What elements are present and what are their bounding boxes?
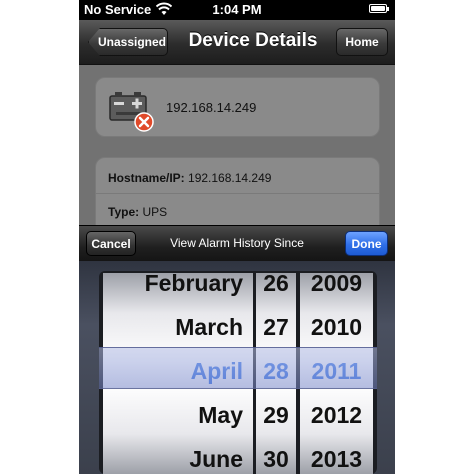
year-wheel[interactable]: 2009 2010 2011 2012 2013: [300, 273, 373, 474]
wheel-item-month[interactable]: May: [103, 393, 253, 437]
wheel-item-day[interactable]: 29: [256, 393, 296, 437]
month-wheel[interactable]: February March April May June: [103, 273, 253, 474]
wheel-item-day[interactable]: 27: [256, 305, 296, 349]
wheel-item-month[interactable]: June: [103, 437, 253, 474]
device-ip: 192.168.14.249: [166, 100, 257, 115]
home-button[interactable]: Home: [336, 28, 388, 56]
date-picker: February March April May June 26 27 28 2…: [79, 261, 395, 474]
day-wheel[interactable]: 26 27 28 29 30: [256, 273, 296, 474]
wheel-item-day[interactable]: 30: [256, 437, 296, 474]
wheel-item-year[interactable]: 2010: [300, 305, 373, 349]
wheel-item-year-selected[interactable]: 2011: [300, 349, 373, 393]
device-content: 192.168.14.249 Hostname/IP: 192.168.14.2…: [79, 65, 395, 237]
wheel-item-year[interactable]: 2009: [300, 273, 373, 305]
battery-icon: [369, 4, 389, 13]
wheel-item-day-selected[interactable]: 28: [256, 349, 296, 393]
done-button[interactable]: Done: [345, 231, 388, 256]
phone-screen: No Service 1:04 PM Unassigned Device Det…: [79, 0, 395, 474]
wheel-item-year[interactable]: 2013: [300, 437, 373, 474]
type-row: Type: UPS: [108, 205, 167, 219]
hostname-label: Hostname/IP:: [108, 171, 185, 185]
divider: [96, 193, 379, 194]
hostname-value: 192.168.14.249: [188, 171, 272, 185]
status-bar: No Service 1:04 PM: [79, 0, 395, 20]
wheel-item-month[interactable]: February: [103, 273, 253, 305]
hostname-row: Hostname/IP: 192.168.14.249: [108, 171, 271, 185]
picker-toolbar: Cancel View Alarm History Since Done: [79, 225, 395, 262]
wheel-item-month-selected[interactable]: April: [103, 349, 253, 393]
ups-battery-icon: [109, 92, 154, 132]
device-summary-card: 192.168.14.249: [95, 77, 380, 137]
wheel-item-month[interactable]: March: [103, 305, 253, 349]
type-label: Type:: [108, 205, 140, 219]
navigation-bar: Unassigned Device Details Home: [79, 20, 395, 65]
type-value: UPS: [142, 205, 168, 219]
wheel-item-day[interactable]: 26: [256, 273, 296, 305]
clock: 1:04 PM: [212, 2, 262, 17]
wheel-item-year[interactable]: 2012: [300, 393, 373, 437]
